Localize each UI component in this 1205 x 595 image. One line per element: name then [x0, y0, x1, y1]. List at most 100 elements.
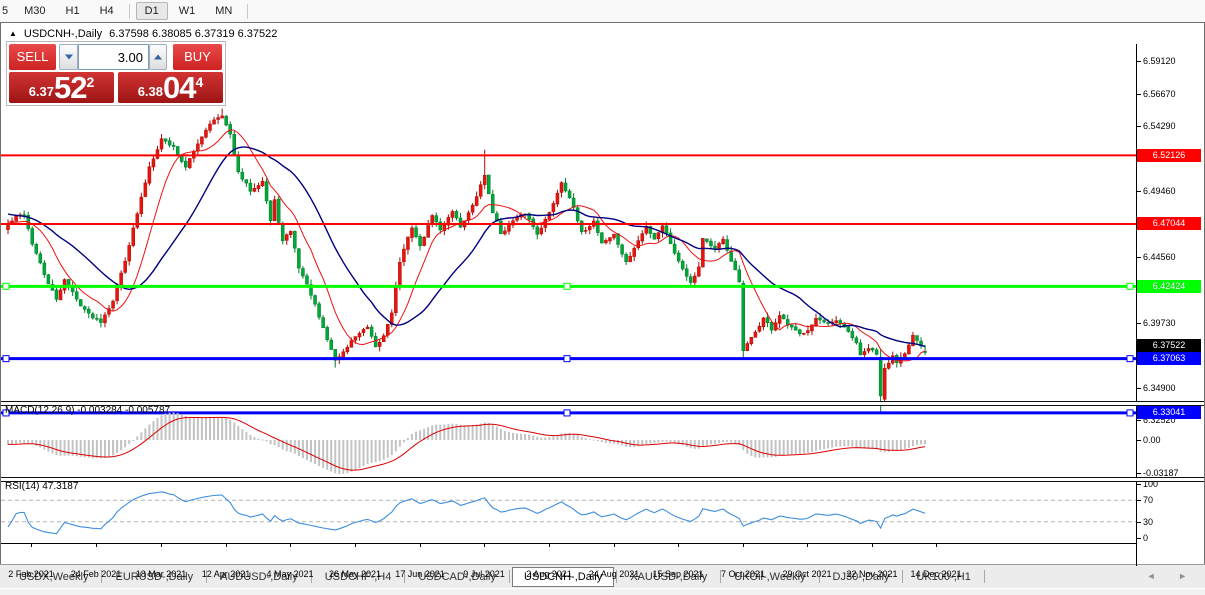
rsi-tick-label: 0	[1143, 533, 1148, 543]
macd-indicator-label: MACD(12,26,9) -0.003284 -0.005787	[5, 405, 170, 416]
panel-splitter[interactable]	[1, 477, 1204, 482]
rsi-tick-mark	[1137, 522, 1141, 523]
price-tick-mark	[1137, 420, 1141, 421]
time-tick-mark	[31, 544, 32, 547]
price-level-label: 6.52126	[1137, 149, 1201, 162]
rsi-tick-mark	[1137, 500, 1141, 501]
toolbar-separator	[247, 4, 248, 19]
price-axis-line	[1136, 44, 1137, 566]
price-tick-label: 6.34900	[1143, 383, 1176, 393]
volume-increase-button[interactable]	[149, 44, 167, 70]
time-tick-mark	[936, 544, 937, 547]
time-axis-line	[1, 543, 1136, 544]
macd-tick-mark	[1137, 473, 1141, 474]
toolbar-separator	[129, 4, 130, 19]
time-tick-mark	[420, 544, 421, 547]
time-tick-mark	[743, 544, 744, 547]
time-tick-mark	[678, 544, 679, 547]
tab-separator	[902, 570, 903, 583]
time-axis-label: 24 Aug 2021	[589, 569, 640, 579]
rsi-tick-mark	[1137, 538, 1141, 539]
sell-price-box[interactable]: 6.37 52 2	[9, 72, 114, 103]
rsi-tick-mark	[1137, 484, 1141, 485]
time-tick-mark	[226, 544, 227, 547]
price-level-label: 6.42424	[1137, 280, 1201, 293]
chart-header: ▲ USDCNH-,Daily 6.37598 6.38085 6.37319 …	[9, 26, 277, 42]
price-tick-mark	[1137, 191, 1141, 192]
buy-price-small: 6.38	[138, 84, 163, 103]
price-level-label: 6.33041	[1137, 406, 1201, 419]
volume-decrease-button[interactable]	[59, 44, 78, 70]
macd-tick-label: 0.00	[1143, 435, 1161, 445]
rsi-tick-label: 30	[1143, 517, 1153, 527]
one-click-trade-panel: SELL BUY 6.37 52 2 6.38 04 4	[6, 41, 226, 106]
price-tick-mark	[1137, 126, 1141, 127]
chart-ohlc-values: 6.37598 6.38085 6.37319 6.37522	[109, 28, 277, 40]
macd-tick-mark	[1137, 440, 1141, 441]
tab-separator	[509, 570, 510, 583]
price-level-label: 6.37063	[1137, 352, 1201, 365]
volume-input[interactable]	[78, 44, 149, 70]
sell-price-sup: 2	[87, 72, 95, 90]
tab-separator	[984, 570, 985, 583]
price-tick-label: 6.44560	[1143, 252, 1176, 262]
price-level-label: 6.47044	[1137, 217, 1201, 230]
time-axis-label: 14 Dec 2021	[910, 569, 961, 579]
time-tick-mark	[484, 544, 485, 547]
timeframe-button-5[interactable]: 5	[0, 2, 13, 20]
status-strip	[0, 588, 1205, 595]
time-axis-label: 4 May 2021	[266, 569, 313, 579]
chevron-up-icon	[154, 55, 162, 60]
time-tick-mark	[290, 544, 291, 547]
timeframe-toolbar: 5M30H1H4 D1W1MN	[0, 0, 1205, 23]
chevron-down-icon	[65, 55, 73, 60]
price-tick-label: 6.59120	[1143, 56, 1176, 66]
buy-price-big: 04	[163, 73, 195, 103]
timeframe-button-mn[interactable]: MN	[206, 2, 241, 20]
price-tick-mark	[1137, 61, 1141, 62]
price-tick-mark	[1137, 94, 1141, 95]
rsi-tick-label: 70	[1143, 495, 1153, 505]
time-axis-label: 9 Jul 2021	[463, 569, 505, 579]
chart-symbol-title: USDCNH-,Daily	[24, 28, 102, 40]
buy-price-sup: 4	[196, 72, 204, 90]
buy-price-box[interactable]: 6.38 04 4	[118, 72, 223, 103]
time-axis-label: 15 Sep 2021	[652, 569, 703, 579]
rsi-panel-canvas[interactable]	[1, 480, 1136, 542]
price-tick-mark	[1137, 323, 1141, 324]
tab-scroll-arrows[interactable]: ◄ ►	[1147, 571, 1197, 581]
price-tick-label: 6.49460	[1143, 186, 1176, 196]
timeframe-button-h1[interactable]: H1	[57, 2, 89, 20]
price-tick-mark	[1137, 388, 1141, 389]
time-tick-mark	[872, 544, 873, 547]
chart-window[interactable]: ▲ USDCNH-,Daily 6.37598 6.38085 6.37319 …	[0, 22, 1205, 565]
trading-terminal: 5M30H1H4 D1W1MN ▲ USDCNH-,Daily 6.37598 6…	[0, 0, 1205, 595]
time-axis-label: 7 Oct 2021	[721, 569, 765, 579]
current-price-label: 6.37522	[1137, 339, 1201, 352]
time-axis-label: 2 Feb 2021	[8, 569, 54, 579]
time-tick-mark	[807, 544, 808, 547]
timeframe-button-h4[interactable]: H4	[91, 2, 123, 20]
time-tick-mark	[161, 544, 162, 547]
timeframe-button-d1[interactable]: D1	[136, 2, 168, 20]
timeframe-button-m30[interactable]: M30	[15, 2, 54, 20]
panel-splitter[interactable]	[1, 401, 1204, 406]
time-axis-label: 29 Oct 2021	[782, 569, 831, 579]
rsi-indicator-label: RSI(14) 47.3187	[5, 481, 78, 492]
sell-price-small: 6.37	[29, 84, 54, 103]
time-tick-mark	[549, 544, 550, 547]
time-tick-mark	[355, 544, 356, 547]
time-axis-label: 24 Feb 2021	[71, 569, 122, 579]
price-tick-label: 6.56670	[1143, 89, 1176, 99]
time-axis-label: 2 Aug 2021	[526, 569, 572, 579]
collapse-panel-icon[interactable]: ▲	[9, 29, 17, 39]
price-tick-label: 6.54290	[1143, 121, 1176, 131]
price-tick-mark	[1137, 257, 1141, 258]
timeframe-button-w1[interactable]: W1	[170, 2, 205, 20]
price-tick-label: 6.39730	[1143, 318, 1176, 328]
sell-button[interactable]: SELL	[9, 44, 56, 70]
macd-panel-canvas[interactable]	[1, 404, 1136, 477]
time-axis-label: 12 Apr 2021	[202, 569, 251, 579]
time-tick-mark	[96, 544, 97, 547]
buy-button[interactable]: BUY	[173, 44, 222, 70]
